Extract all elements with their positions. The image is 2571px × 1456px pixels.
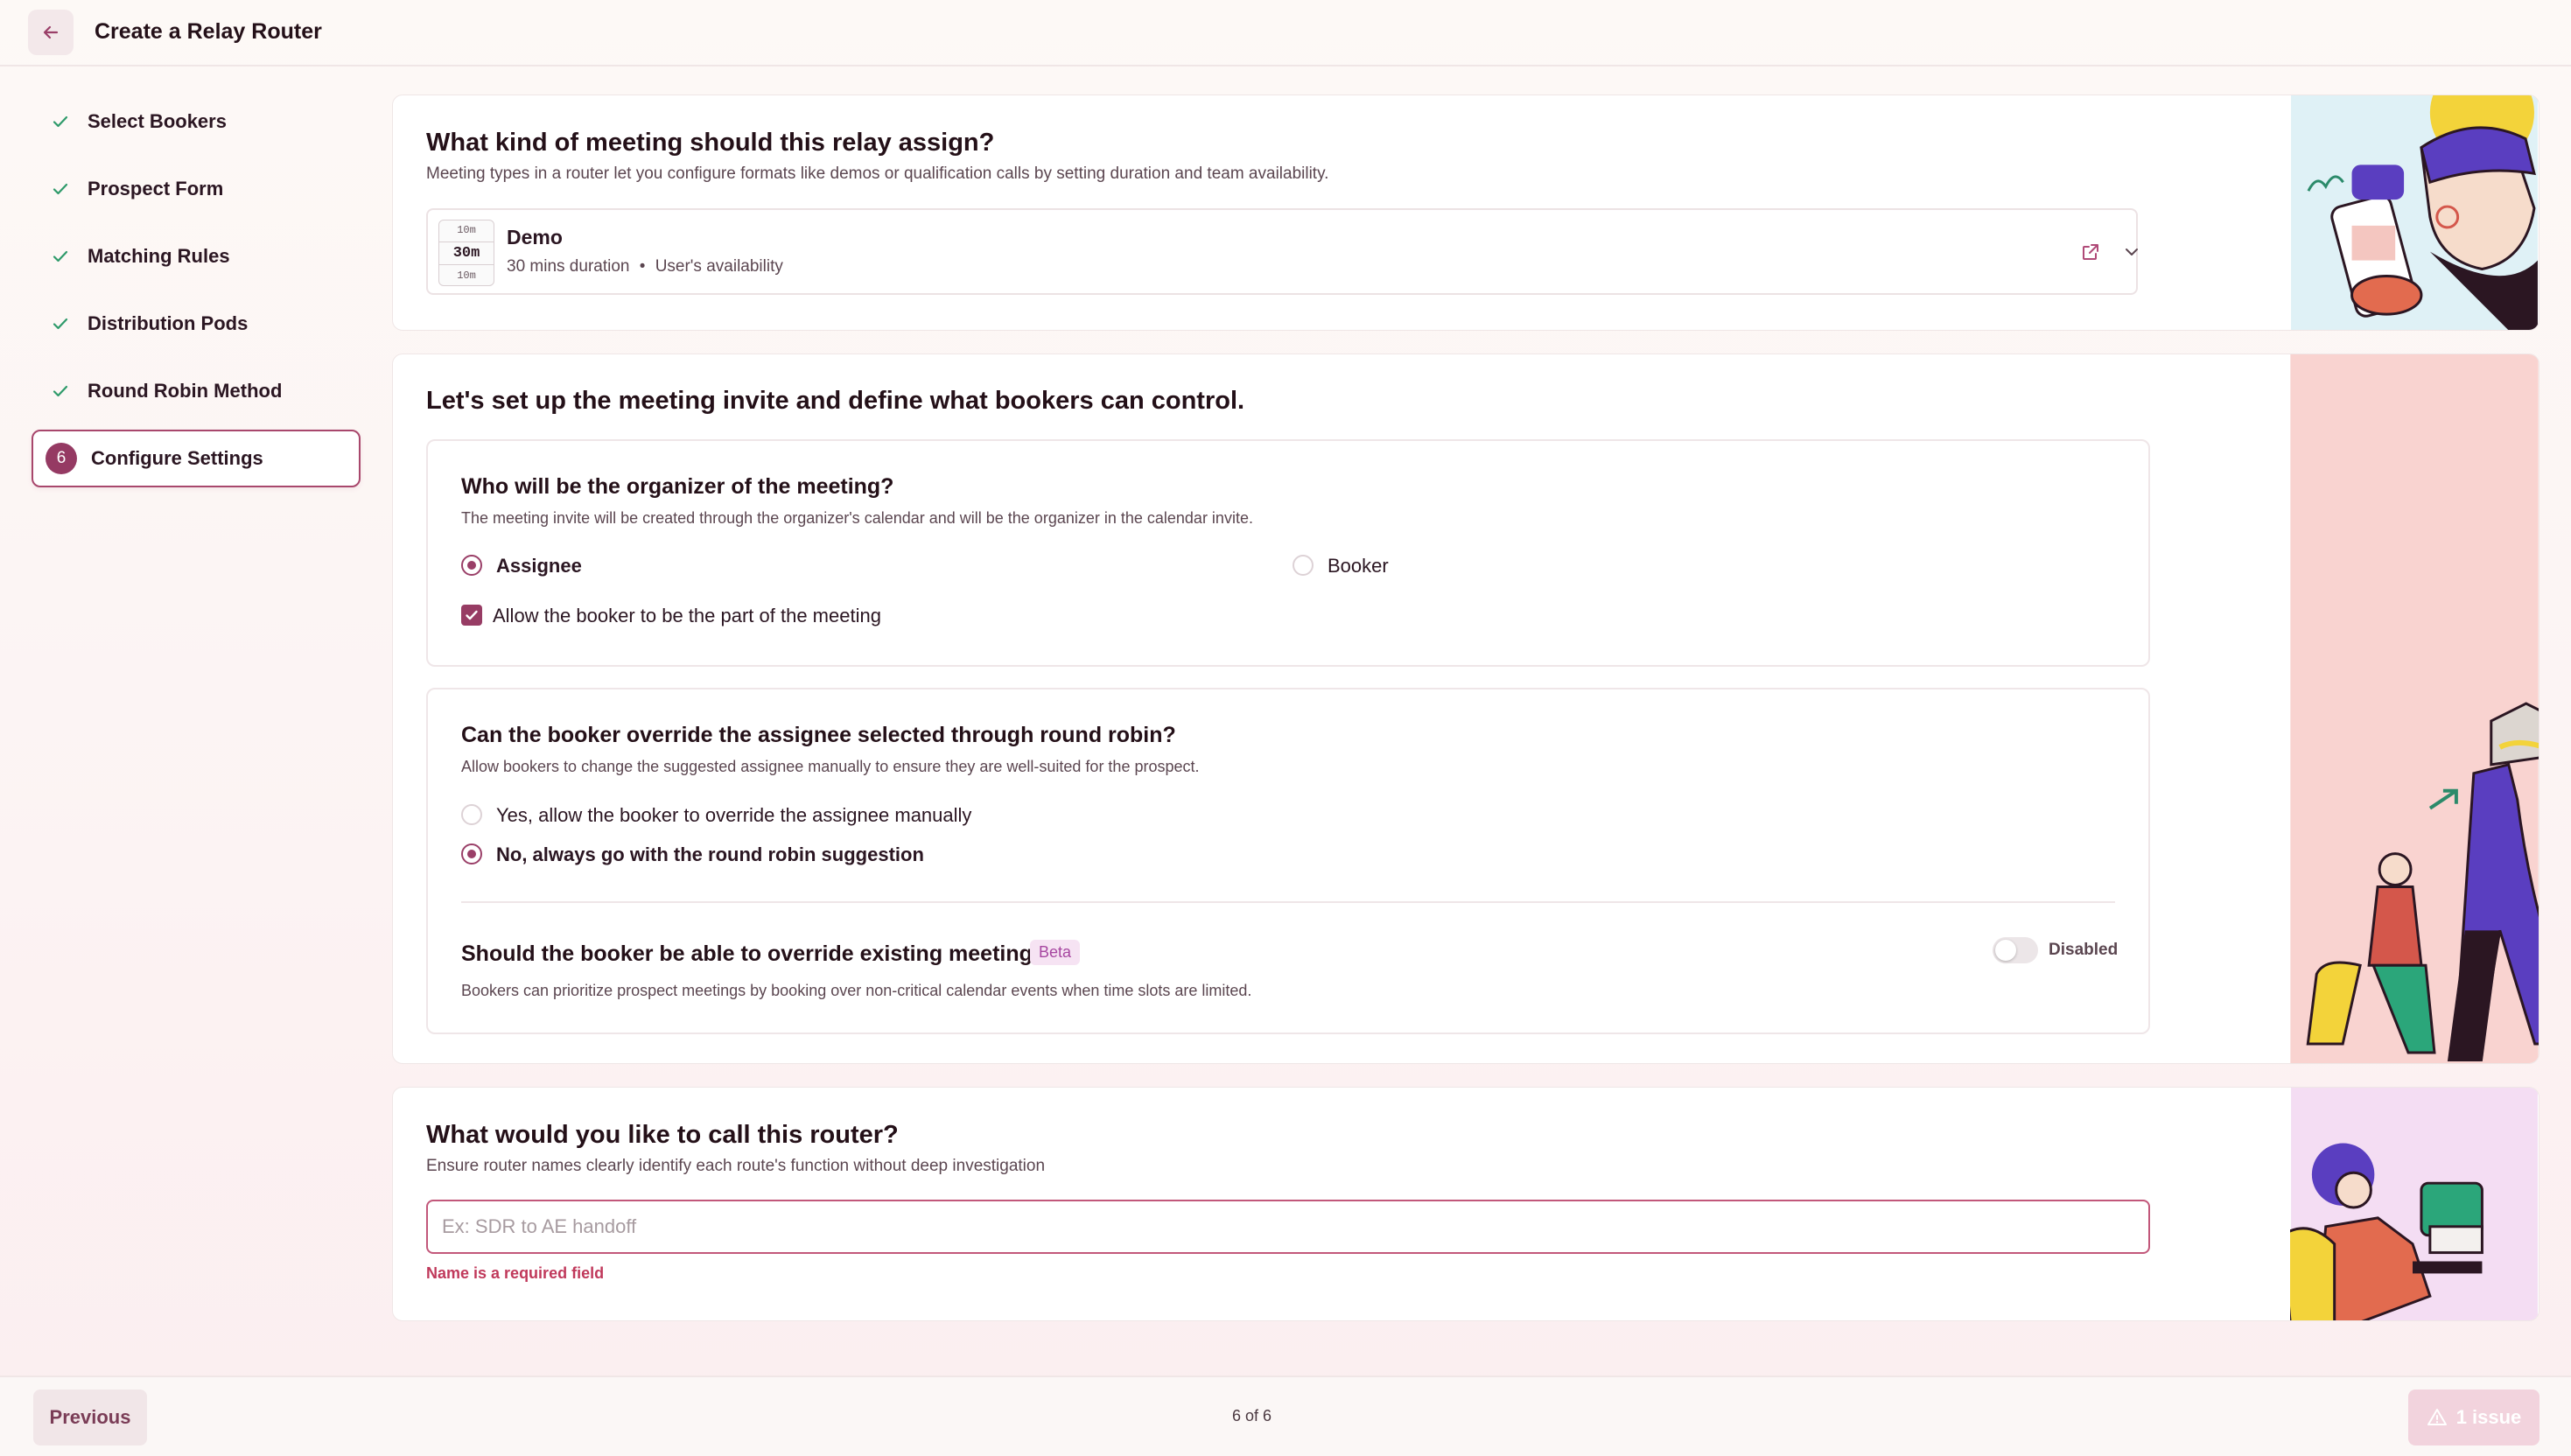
working-illustration [2290, 1088, 2538, 1320]
existing-meetings-description: Bookers can prioritize prospect meetings… [461, 982, 1252, 999]
meeting-type-title: What kind of meeting should this relay a… [426, 129, 995, 157]
override-question: Can the booker override the assignee sel… [461, 723, 1176, 747]
issues-label: 1 issue [2455, 1406, 2522, 1428]
booker-part-checkbox[interactable] [461, 605, 482, 626]
toggle-status-label: Disabled [2049, 941, 2119, 959]
invite-settings-title: Let's set up the meeting invite and defi… [426, 387, 1245, 415]
step-number-badge: 6 [46, 443, 77, 474]
step-label: Configure Settings [91, 447, 263, 469]
radio-allow-override-label: Yes, allow the booker to override the as… [496, 804, 972, 826]
footer-bar: Previous 6 of 6 1 issue [0, 1376, 2571, 1456]
router-name-card: What would you like to call this router?… [392, 1087, 2539, 1321]
arrow-left-icon [43, 25, 59, 39]
step-label: Distribution Pods [88, 312, 249, 334]
step-label: Matching Rules [88, 245, 230, 267]
step-label: Prospect Form [88, 178, 224, 200]
router-name-subtitle: Ensure router names clearly identify eac… [426, 1157, 1046, 1175]
existing-meetings-toggle[interactable] [1993, 937, 2038, 963]
meeting-type-subtitle: Meeting types in a router let you config… [426, 164, 1329, 183]
existing-meetings-question: Should the booker be able to override ex… [461, 942, 1059, 966]
page-header: Create a Relay Router [0, 0, 2571, 66]
meeting-type-meta: 30 mins duration • User's availability [507, 257, 783, 276]
booker-part-checkbox-label: Allow the booker to be the part of the m… [493, 605, 881, 626]
radio-round-robin-label: No, always go with the round robin sugge… [496, 844, 924, 865]
organizer-section: Who will be the organizer of the meeting… [426, 439, 2150, 667]
step-label: Select Bookers [88, 110, 227, 132]
router-name-input[interactable] [426, 1200, 2150, 1254]
radio-assignee-label: Assignee [496, 555, 582, 577]
page-indicator: 6 of 6 [1232, 1407, 1272, 1424]
collaboration-illustration [2290, 354, 2539, 1063]
radio-round-robin[interactable] [461, 844, 482, 864]
organizer-question: Who will be the organizer of the meeting… [461, 474, 894, 499]
meeting-illustration [2291, 95, 2538, 330]
check-icon [46, 376, 75, 406]
check-icon [46, 107, 75, 136]
step-select-bookers[interactable]: Select Bookers [32, 93, 361, 150]
step-prospect-form[interactable]: Prospect Form [32, 160, 361, 218]
meeting-type-select[interactable]: 10m 30m 10m Demo 30 mins duration • User… [426, 208, 2138, 295]
issues-button[interactable]: 1 issue [2408, 1390, 2539, 1446]
radio-booker-label: Booker [1328, 555, 1389, 577]
meeting-type-name: Demo [507, 226, 563, 248]
warning-icon [2427, 1409, 2447, 1425]
organizer-description: The meeting invite will be created throu… [461, 509, 1253, 527]
radio-booker[interactable] [1293, 555, 1314, 576]
beta-badge: Beta [1030, 940, 1081, 965]
checkmark-icon [466, 610, 478, 620]
router-name-error: Name is a required field [426, 1264, 605, 1282]
step-round-robin-method[interactable]: Round Robin Method [32, 362, 361, 420]
check-icon [46, 174, 75, 204]
override-description: Allow bookers to change the suggested as… [461, 758, 1200, 775]
meeting-type-card: What kind of meeting should this relay a… [392, 94, 2539, 331]
chevron-down-icon[interactable] [2122, 242, 2141, 266]
step-matching-rules[interactable]: Matching Rules [32, 228, 361, 285]
external-link-icon[interactable] [2080, 242, 2101, 267]
previous-button[interactable]: Previous [33, 1390, 147, 1446]
radio-assignee[interactable] [461, 555, 482, 576]
check-icon [46, 242, 75, 271]
page-title: Create a Relay Router [95, 19, 322, 44]
override-section: Can the booker override the assignee sel… [426, 688, 2150, 1034]
step-distribution-pods[interactable]: Distribution Pods [32, 295, 361, 353]
step-configure-settings[interactable]: 6 Configure Settings [32, 430, 361, 487]
back-button[interactable] [28, 10, 74, 55]
invite-settings-card: Let's set up the meeting invite and defi… [392, 354, 2539, 1064]
check-icon [46, 309, 75, 339]
router-name-title: What would you like to call this router? [426, 1121, 899, 1149]
section-divider [461, 901, 2115, 903]
step-label: Round Robin Method [88, 380, 283, 402]
duration-calendar-icon: 10m 30m 10m [438, 220, 494, 286]
radio-allow-override[interactable] [461, 804, 482, 825]
stepper-sidebar: Select Bookers Prospect Form Matching Ru… [32, 93, 361, 497]
